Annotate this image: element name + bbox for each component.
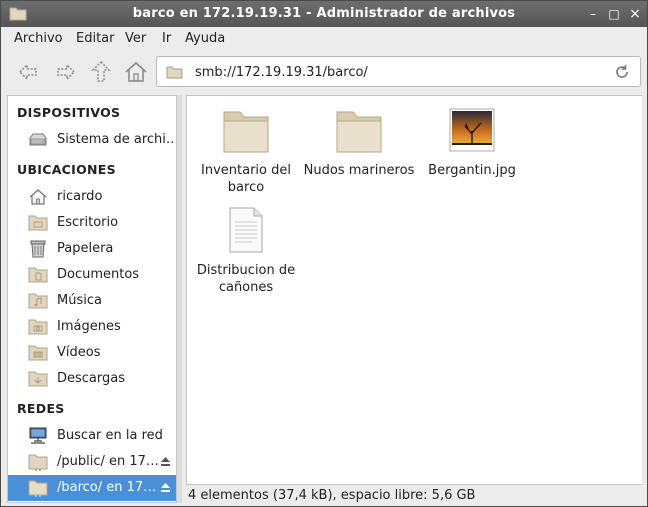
sidebar-item-ricardo[interactable]: ricardo (8, 184, 176, 210)
network-icon (29, 427, 47, 444)
folder-icon (223, 111, 269, 153)
file-name: Distribucion de cañones (196, 263, 296, 295)
file-name: Bergantin.jpg (428, 163, 516, 178)
minimize-button[interactable]: – (586, 7, 600, 21)
section-dispositivos: DISPOSITIVOS (17, 105, 121, 120)
folder-icon (166, 66, 183, 79)
up-icon[interactable] (88, 59, 114, 85)
menu-bar: Archivo Editar Ver Ir Ayuda (1, 27, 647, 49)
sidebar-item-descargas[interactable]: Descargas (8, 366, 176, 392)
location-bar[interactable]: smb://172.19.19.31/barco/ (156, 56, 641, 87)
file-view[interactable]: Inventario del barco Nudos marineros Ber… (186, 95, 646, 485)
status-bar: 4 elementos (37,4 kB), espacio libre: 5,… (188, 488, 476, 503)
sidebar-item-label: ricardo (57, 189, 103, 204)
file-name: Inventario del barco (201, 163, 291, 195)
file-item[interactable]: Distribucion de cañones (190, 206, 302, 296)
folder-icon (28, 215, 48, 231)
menu-ir[interactable]: Ir (162, 31, 171, 46)
title-bar[interactable]: barco en 172.19.19.31 - Administrador de… (1, 1, 647, 27)
location-text[interactable]: smb://172.19.19.31/barco/ (195, 65, 368, 80)
menu-ver[interactable]: Ver (125, 31, 146, 46)
file-name: Nudos marineros (303, 163, 415, 178)
sidebar-item-documentos[interactable]: Documentos (8, 262, 176, 288)
trash-icon (30, 240, 46, 258)
back-icon[interactable] (16, 59, 42, 85)
sidebar-item-public[interactable]: /public/ en 17… (8, 449, 176, 475)
section-ubicaciones: UBICACIONES (17, 162, 116, 177)
content-scrollbar[interactable] (642, 95, 646, 485)
sidebar-item-label: Escritorio (57, 215, 119, 230)
sidebar-item-label: Música (57, 293, 102, 308)
sidebar-item-label: Sistema de archi… (57, 132, 177, 147)
sidebar-item-label: Descargas (57, 371, 126, 386)
menu-editar[interactable]: Editar (76, 31, 115, 46)
sidebar-item-videos[interactable]: Vídeos (8, 340, 176, 366)
sidebar-item-barco[interactable]: /barco/ en 17… (8, 475, 176, 501)
folder-icon (28, 371, 48, 387)
sidebar-item-musica[interactable]: Música (8, 288, 176, 314)
sidebar-item-label: Papelera (57, 241, 114, 256)
folder-icon (336, 111, 382, 153)
folder-icon (28, 454, 48, 471)
sidebar-item-buscar-red[interactable]: Buscar en la red (8, 423, 176, 449)
file-manager-window: barco en 172.19.19.31 - Administrador de… (0, 0, 648, 507)
document-icon (229, 207, 263, 253)
sidebar-item-escritorio[interactable]: Escritorio (8, 210, 176, 236)
folder-icon (28, 267, 48, 283)
sidebar-item-label: /public/ en 17… (57, 454, 159, 469)
home-icon (29, 189, 47, 205)
sidebar-item-imagenes[interactable]: Imágenes (8, 314, 176, 340)
file-item[interactable]: Nudos marineros (303, 106, 415, 179)
sidebar-item-label: Imágenes (57, 319, 121, 334)
file-item[interactable]: Bergantin.jpg (416, 106, 528, 179)
sidebar-item-label: Documentos (57, 267, 140, 282)
maximize-button[interactable]: □ (607, 7, 621, 21)
section-redes: REDES (17, 401, 65, 416)
menu-ayuda[interactable]: Ayuda (185, 31, 225, 46)
sidebar-item-filesystem[interactable]: Sistema de archi… (8, 127, 176, 153)
forward-icon[interactable] (52, 59, 78, 85)
eject-icon[interactable] (160, 456, 171, 467)
reload-icon[interactable] (613, 63, 631, 81)
file-item[interactable]: Inventario del barco (190, 106, 302, 196)
sidebar-item-label: Vídeos (57, 345, 101, 360)
close-button[interactable]: × (628, 7, 642, 21)
home-icon[interactable] (123, 59, 149, 85)
menu-archivo[interactable]: Archivo (14, 31, 63, 46)
sidebar-item-papelera[interactable]: Papelera (8, 236, 176, 262)
sidebar-scrollbar[interactable] (177, 95, 182, 503)
eject-icon[interactable] (160, 482, 171, 493)
sidebar: DISPOSITIVOS Sistema de archi… UBICACION… (7, 95, 177, 503)
sidebar-item-label: Buscar en la red (57, 428, 163, 443)
folder-icon (28, 345, 48, 361)
folder-icon (28, 319, 48, 335)
image-file-icon (449, 108, 495, 152)
harddrive-icon (29, 133, 47, 146)
folder-icon (28, 480, 48, 497)
folder-icon (28, 293, 48, 309)
window-title: barco en 172.19.19.31 - Administrador de… (132, 6, 516, 21)
sidebar-item-label: /barco/ en 17… (57, 480, 157, 495)
